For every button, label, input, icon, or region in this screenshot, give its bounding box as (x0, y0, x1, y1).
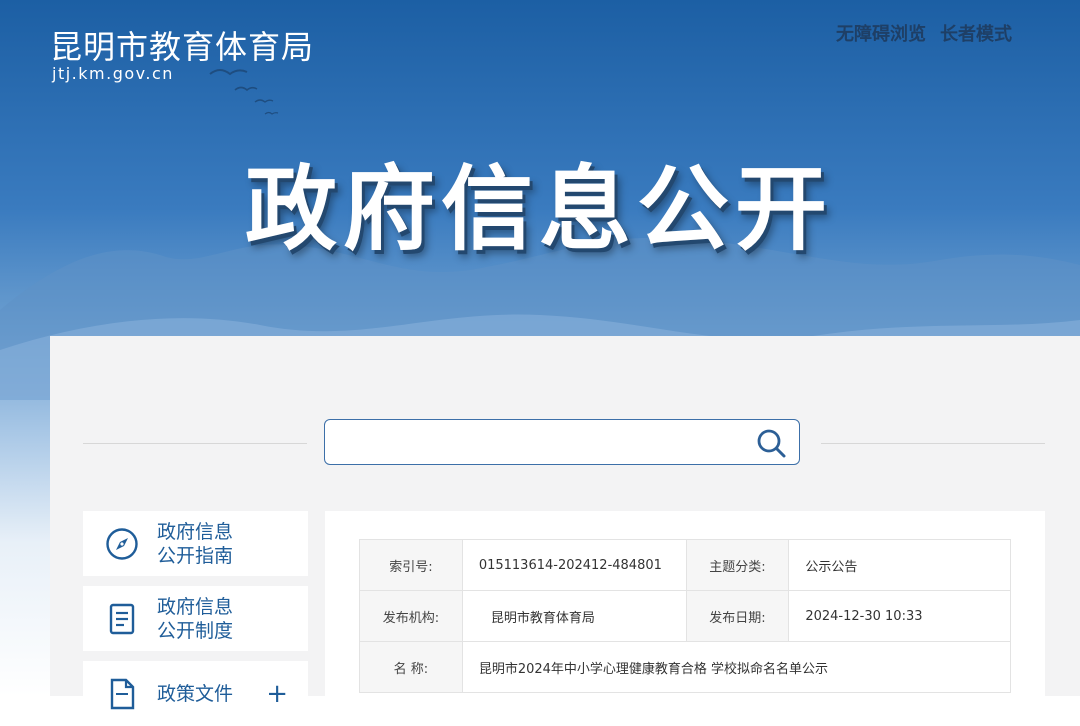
info-panel: 索引号: 015113614-202412-484801 主题分类: 公示公告 … (325, 511, 1045, 696)
index-value: 015113614-202412-484801 (461, 539, 687, 591)
sidebar-item-guide[interactable]: 政府信息 公开指南 (83, 511, 308, 576)
expand-plus-icon[interactable]: + (266, 679, 288, 709)
index-label: 索引号: (359, 539, 463, 591)
search-input[interactable] (335, 426, 749, 460)
divider-right (821, 443, 1045, 444)
category-value: 公示公告 (788, 539, 1011, 591)
search-row (83, 419, 1045, 467)
publisher-value: 昆明市教育体育局 (461, 590, 687, 642)
site-domain: jtj.km.gov.cn (52, 64, 174, 83)
site-title[interactable]: 昆明市教育体育局 (50, 22, 314, 68)
banner-title: 政府信息公开 (245, 156, 834, 263)
accessibility-link[interactable]: 无障碍浏览 (836, 20, 926, 46)
name-label: 名 称: (359, 641, 463, 693)
compass-icon (106, 527, 138, 560)
document-icon (109, 603, 135, 634)
category-label: 主题分类: (685, 539, 790, 591)
sidebar-item-system[interactable]: 政府信息 公开制度 (83, 586, 308, 651)
table-row: 索引号: 015113614-202412-484801 主题分类: 公示公告 (359, 539, 1011, 591)
search-box (324, 419, 800, 465)
sidebar-item-policy[interactable]: 政策文件 + (83, 661, 308, 726)
publisher-label: 发布机构: (359, 590, 463, 642)
main-container: 政府信息 公开指南 政府信息 公开制度 政策文件 + 索引号: 01511361… (50, 336, 1080, 726)
table-row: 发布机构: 昆明市教育体育局 发布日期: 2024-12-30 10:33 (359, 590, 1011, 642)
birds-decoration (209, 69, 279, 115)
publish-date-label: 发布日期: (685, 590, 790, 642)
name-value: 昆明市2024年中小学心理健康教育合格 学校拟命名名单公示 (461, 641, 1012, 693)
divider-left (83, 443, 307, 444)
sidebar-item-label: 政府信息 公开指南 (157, 520, 234, 567)
table-row: 名 称: 昆明市2024年中小学心理健康教育合格 学校拟命名名单公示 (359, 641, 1012, 693)
top-links: 无障碍浏览 长者模式 (836, 20, 1012, 46)
sidebar-item-label: 政府信息 公开制度 (157, 595, 234, 642)
elder-mode-link[interactable]: 长者模式 (940, 20, 1012, 46)
publish-date-value: 2024-12-30 10:33 (788, 590, 1011, 642)
sidebar-item-label: 政策文件 (157, 682, 234, 705)
file-icon (110, 678, 135, 709)
search-icon[interactable] (755, 427, 787, 459)
info-table: 索引号: 015113614-202412-484801 主题分类: 公示公告 … (359, 539, 1012, 693)
